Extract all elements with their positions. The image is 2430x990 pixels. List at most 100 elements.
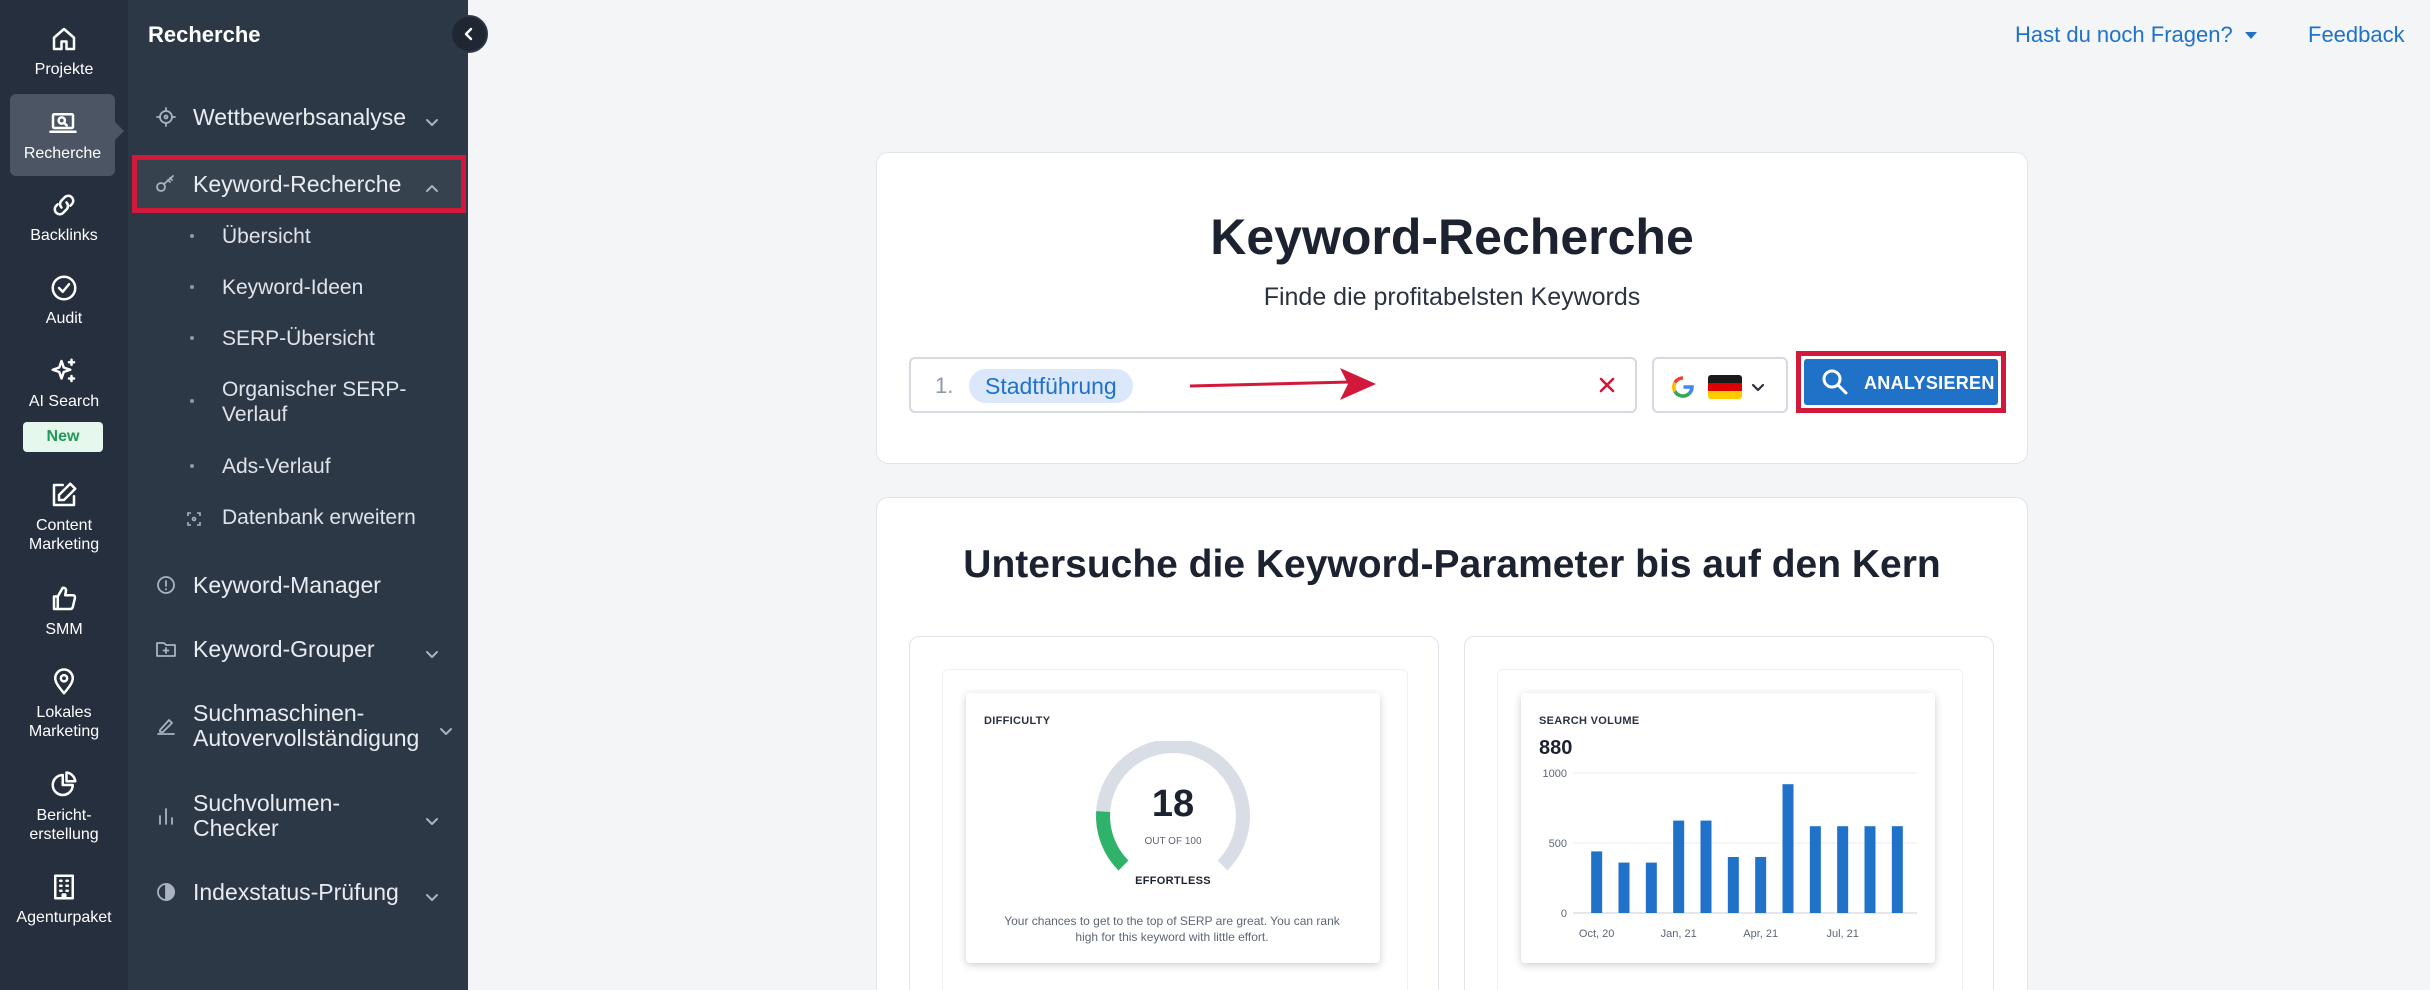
sidebar-item-indexstatus-pruefung[interactable]: Indexstatus-Prüfung [128, 879, 468, 905]
page-subtitle: Finde die profitabelsten Keywords [1263, 283, 1641, 311]
target-icon [154, 105, 178, 129]
chart-bar [1618, 862, 1630, 913]
difficulty-widget: DIFFICULTY 18 OUT OF 100 EFFORTLESS Your… [966, 693, 1380, 963]
half-circle-icon [154, 880, 178, 904]
difficulty-description: Your chances to get to the top of SERP a… [1004, 914, 1340, 944]
analyze-button-highlight: ANALYSIEREN [1796, 351, 2006, 413]
difficulty-label: DIFFICULTY [984, 715, 1051, 727]
chart-bar [1700, 820, 1712, 913]
chart-bar [1837, 826, 1849, 913]
main-content: Hast du noch Fragen? Feedback Keyword-Re… [468, 0, 2430, 990]
features-card: Untersuche die Keyword-Parameter bis auf… [876, 497, 2028, 990]
chart-bar [1673, 820, 1685, 913]
chevron-down-icon [1750, 379, 1766, 395]
rail-item-berichterstellung[interactable]: Bericht-erstellung [0, 770, 128, 844]
chevron-down-icon [424, 641, 440, 658]
feedback-link[interactable]: Feedback [2308, 22, 2405, 48]
chart-bar [1755, 857, 1767, 913]
keyword-row-number: 1. [935, 373, 954, 398]
bar-chart-icon [154, 804, 178, 828]
expand-icon [186, 509, 202, 526]
search-volume-chart: 1000 500 0 Oct, 20 Jan, 21 Apr, 21 Jul, 21 [1543, 768, 1917, 940]
sidebar-item-suchvolumen-checker[interactable]: Suchvolumen-Checker [128, 790, 468, 842]
germany-flag-icon [1708, 375, 1742, 399]
sidebar-subitem-organischer-serp-verlauf[interactable]: Organischer SERP-Verlauf [128, 377, 468, 427]
sidebar-item-keyword-recherche[interactable]: Keyword-Recherche [132, 155, 466, 213]
sidebar-title: Recherche [148, 22, 261, 47]
clear-icon[interactable] [1595, 373, 1619, 397]
chart-bar [1645, 862, 1657, 913]
sidebar-item-keyword-manager[interactable]: Keyword-Manager [128, 572, 468, 598]
google-icon [1672, 376, 1694, 398]
rail-item-content-marketing[interactable]: Content Marketing [0, 480, 128, 554]
chart-bar [1727, 857, 1739, 913]
rail-item-lokales-marketing[interactable]: Lokales Marketing [0, 667, 128, 741]
search-volume-feature-card: SEARCH VOLUME 880 1000 500 0 Oct, 20 Jan, 21… [1464, 636, 1994, 990]
analyze-button[interactable]: ANALYSIEREN [1804, 359, 1998, 405]
caret-down-icon [2244, 31, 2257, 39]
active-indicator-arrow [115, 122, 124, 140]
icon-rail: Projekte Recherche Backlinks Audit AI Se… [0, 0, 128, 990]
sidebar-item-keyword-grouper[interactable]: Keyword-Grouper [128, 636, 468, 662]
collapse-sidebar-button[interactable] [450, 15, 488, 53]
difficulty-scale: OUT OF 100 [1144, 836, 1202, 847]
link-icon [53, 194, 75, 216]
pencil-icon [154, 714, 178, 738]
help-dropdown[interactable]: Hast du noch Fragen? [2015, 22, 2257, 48]
thumbs-up-icon [52, 586, 77, 611]
rail-item-smm[interactable]: SMM [0, 584, 128, 639]
chart-bar [1591, 851, 1603, 913]
x-tick-label: Oct, 20 [1579, 928, 1614, 940]
annotation-arrow-icon [1190, 368, 1376, 400]
chart-bar [1809, 826, 1821, 913]
difficulty-value: 18 [1151, 783, 1195, 825]
sidebar-subitem-uebersicht[interactable]: Übersicht [128, 224, 468, 249]
search-icon [1822, 369, 1848, 395]
sidebar: Recherche Wettbewerbsanalyse Keyword-Rec… [128, 0, 468, 990]
chart-bar [1891, 826, 1903, 913]
search-volume-widget: SEARCH VOLUME 880 1000 500 0 Oct, 20 Jan, 21… [1521, 693, 1935, 963]
page-title: Keyword-Recherche [1210, 209, 1694, 265]
sidebar-subitem-datenbank-erweitern[interactable]: Datenbank erweitern [128, 505, 468, 530]
chevron-down-icon [424, 808, 440, 825]
chevron-up-icon [424, 176, 440, 192]
sidebar-item-suchmaschinen-autovervollstaendigung[interactable]: Suchmaschinen-Autovervollständigung [128, 700, 468, 752]
key-icon [154, 172, 178, 196]
difficulty-feature-card: DIFFICULTY 18 OUT OF 100 EFFORTLESS Your… [909, 636, 1439, 990]
keyword-search-card: Keyword-Recherche Finde die profitabelst… [876, 152, 2028, 464]
x-tick-label: Apr, 21 [1743, 928, 1778, 940]
chart-bar [1864, 826, 1876, 913]
search-engine-select[interactable] [1652, 357, 1788, 413]
home-icon [52, 27, 76, 51]
sidebar-subitem-serp-uebersicht[interactable]: SERP-Übersicht [128, 326, 468, 351]
info-circle-icon [154, 573, 178, 597]
x-tick-label: Jan, 21 [1661, 928, 1697, 940]
research-icon [48, 113, 77, 133]
rail-item-audit[interactable]: Audit [0, 273, 128, 328]
check-circle-icon [51, 275, 77, 301]
sidebar-subitem-keyword-ideen[interactable]: Keyword-Ideen [128, 275, 468, 300]
chart-bar [1782, 784, 1794, 913]
section-title: Untersuche die Keyword-Parameter bis auf… [963, 543, 1941, 586]
rail-item-projekte[interactable]: Projekte [0, 24, 128, 79]
folder-add-icon [154, 637, 178, 661]
sidebar-subitem-ads-verlauf[interactable]: Ads-Verlauf [128, 454, 468, 479]
chevron-left-icon [464, 27, 473, 41]
chevron-down-icon [424, 109, 440, 126]
y-tick-label: 500 [1549, 838, 1567, 850]
difficulty-state: EFFORTLESS [1135, 875, 1211, 887]
y-tick-label: 0 [1561, 908, 1567, 920]
building-icon [54, 874, 74, 900]
location-pin-icon [54, 668, 74, 695]
chevron-down-icon [424, 884, 440, 901]
rail-item-agenturpaket[interactable]: Agenturpaket [0, 872, 128, 927]
keyword-chip[interactable]: Stadtführung [969, 369, 1133, 403]
new-badge: New [23, 422, 103, 452]
rail-item-ai-search[interactable]: AI Search [0, 356, 128, 411]
sparkle-icon [51, 358, 76, 383]
rail-item-recherche[interactable]: Recherche [10, 94, 115, 176]
sidebar-item-wettbewerbsanalyse[interactable]: Wettbewerbsanalyse [128, 104, 468, 129]
x-tick-label: Jul, 21 [1826, 928, 1858, 940]
pie-chart-icon [51, 771, 77, 797]
rail-item-backlinks[interactable]: Backlinks [0, 190, 128, 245]
